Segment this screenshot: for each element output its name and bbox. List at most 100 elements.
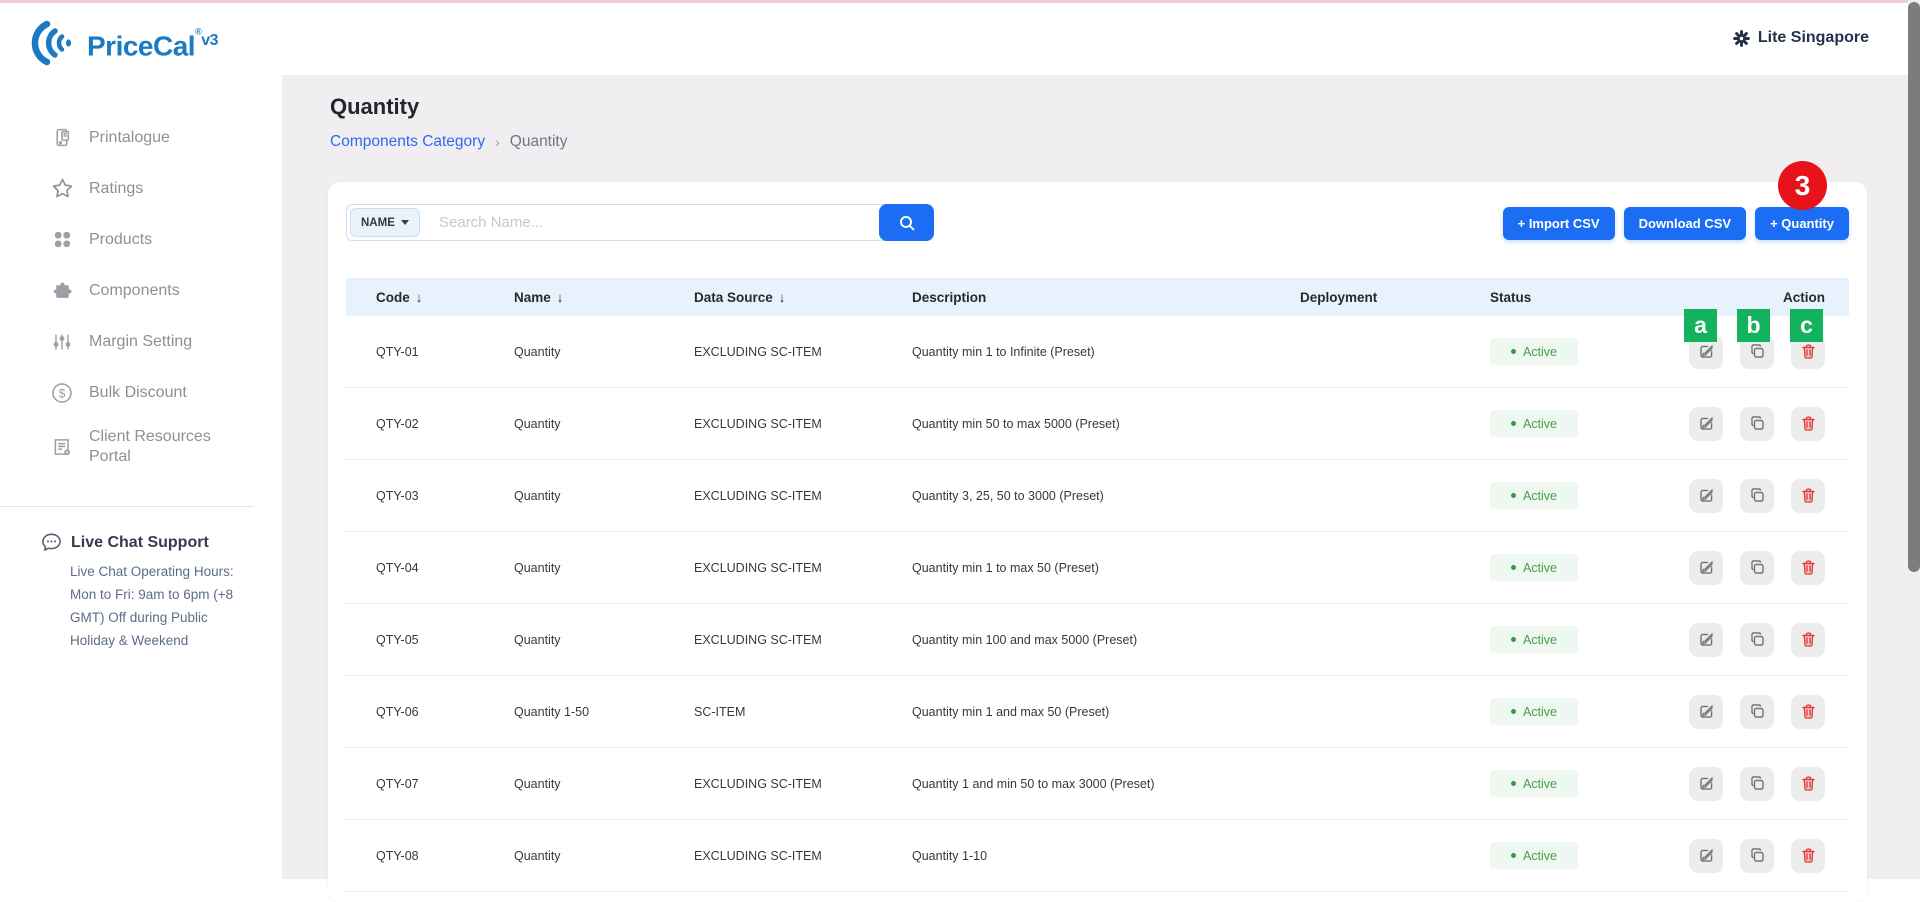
cell-status: Active [1490,842,1675,869]
status-badge: Active [1490,338,1578,365]
search-field-dropdown[interactable]: NAME [350,208,420,237]
cell-data-source: EXCLUDING SC-ITEM [694,776,822,791]
page-title: Quantity [330,94,420,119]
device-icon [50,127,74,148]
edit-button[interactable] [1689,622,1723,657]
column-header-name[interactable]: Name ↓ [514,290,694,305]
delete-button[interactable] [1791,622,1825,657]
copy-button[interactable] [1740,694,1774,729]
delete-button[interactable] [1791,550,1825,585]
column-header-status: Status [1490,289,1532,305]
main-content: Quantity Components Category › Quantity … [282,75,1920,902]
search-button[interactable] [879,204,934,241]
status-dot-icon [1510,781,1516,786]
cell-name: Quantity [514,488,561,503]
cell-code: QTY-04 [376,560,419,575]
annotation-label-b: b [1737,309,1770,342]
copy-button[interactable] [1740,478,1774,513]
top-header: Lite Singapore [0,3,1920,75]
edit-button[interactable] [1689,766,1723,801]
add-quantity-button[interactable]: + Quantity [1755,207,1849,240]
status-badge: Active [1490,554,1578,581]
delete-button[interactable] [1791,694,1825,729]
cell-code: QTY-02 [376,416,419,431]
status-dot-icon [1510,853,1516,858]
cell-description: Quantity 1-10 [912,848,988,863]
trash-icon [1801,344,1815,359]
cell-action [1675,694,1825,729]
column-header-code[interactable]: Code ↓ [376,290,514,305]
copy-button[interactable] [1740,766,1774,801]
copy-button[interactable] [1740,622,1774,657]
sort-desc-icon: ↓ [415,289,423,305]
breadcrumb-parent-link[interactable]: Components Category [330,133,485,151]
scrollbar-thumb[interactable] [1908,2,1920,572]
edit-button[interactable] [1689,550,1723,585]
column-header-description: Description [912,289,987,305]
toolbar-buttons: + Import CSV Download CSV + Quantity [1502,207,1849,240]
gear-icon [1732,29,1750,47]
edit-button[interactable] [1689,478,1723,513]
support-title: Live Chat Support [71,533,209,551]
sidebar-item-components[interactable]: Components [0,265,282,316]
delete-button[interactable] [1791,478,1825,513]
breadcrumb: Components Category › Quantity [330,133,568,151]
sidebar-item-bulk-discount[interactable]: $ Bulk Discount [0,367,282,418]
status-badge: Active [1490,482,1578,509]
trash-icon [1801,416,1815,431]
sidebar-item-margin-setting[interactable]: Margin Setting [0,316,282,367]
delete-button[interactable] [1791,406,1825,441]
status-badge: Active [1490,770,1578,797]
download-csv-button[interactable]: Download CSV [1623,207,1747,240]
sidebar-nav: Printalogue Ratings Products Components … [0,112,282,476]
cell-action [1675,406,1825,441]
edit-icon [1699,344,1713,358]
delete-button[interactable] [1791,838,1825,873]
cell-code: QTY-03 [376,488,419,503]
sidebar-item-ratings[interactable]: Ratings [0,163,282,214]
copy-icon [1750,416,1764,430]
cell-data-source: EXCLUDING SC-ITEM [694,560,822,575]
import-csv-button[interactable]: + Import CSV [1502,207,1615,240]
search-input[interactable] [346,204,934,241]
column-header-action: Action [1783,289,1825,305]
table-row: QTY-07 Quantity EXCLUDING SC-ITEM Quanti… [346,748,1849,820]
cell-name: Quantity [514,416,561,431]
content-card: 3 NAME + Import CSV Download CSV + Quant… [328,161,1867,902]
cell-name: Quantity [514,632,561,647]
cell-action [1675,622,1825,657]
star-icon [50,177,74,200]
sidebar-item-products[interactable]: Products [0,214,282,265]
cell-code: QTY-07 [376,776,419,791]
copy-button[interactable] [1740,406,1774,441]
edit-button[interactable] [1689,694,1723,729]
sidebar-item-printalogue[interactable]: Printalogue [0,112,282,163]
edit-icon [1699,848,1713,862]
table-row: QTY-05 Quantity EXCLUDING SC-ITEM Quanti… [346,604,1849,676]
caret-down-icon [400,220,409,225]
copy-button[interactable] [1740,550,1774,585]
sidebar-item-client-resources-portal[interactable]: Client Resources Portal [0,418,282,476]
column-header-deployment: Deployment [1300,289,1378,305]
annotation-label-c: c [1790,309,1823,342]
svg-text:$: $ [59,386,66,400]
cell-description: Quantity min 1 to Infinite (Preset) [912,344,1095,359]
column-header-data-source[interactable]: Data Source ↓ [694,290,912,305]
copy-icon [1750,488,1764,502]
trash-icon [1801,488,1815,503]
cell-description: Quantity min 1 and max 50 (Preset) [912,704,1110,719]
trash-icon [1801,632,1815,647]
status-dot-icon [1510,637,1516,642]
breadcrumb-current: Quantity [509,133,568,150]
tenant-menu[interactable]: Lite Singapore [1732,29,1869,47]
edit-button[interactable] [1689,406,1723,441]
copy-button[interactable] [1740,838,1774,873]
table-row: QTY-08 Quantity EXCLUDING SC-ITEM Quanti… [346,820,1849,892]
page-scrollbar [1908,0,1920,879]
edit-button[interactable] [1689,838,1723,873]
delete-button[interactable] [1791,766,1825,801]
brand-logo[interactable]: PriceCal®v3 [0,3,282,74]
copy-icon [1750,560,1764,574]
cell-description: Quantity min 100 and max 5000 (Preset) [912,632,1138,647]
live-chat-support: Live Chat Support Live Chat Operating Ho… [0,507,282,652]
